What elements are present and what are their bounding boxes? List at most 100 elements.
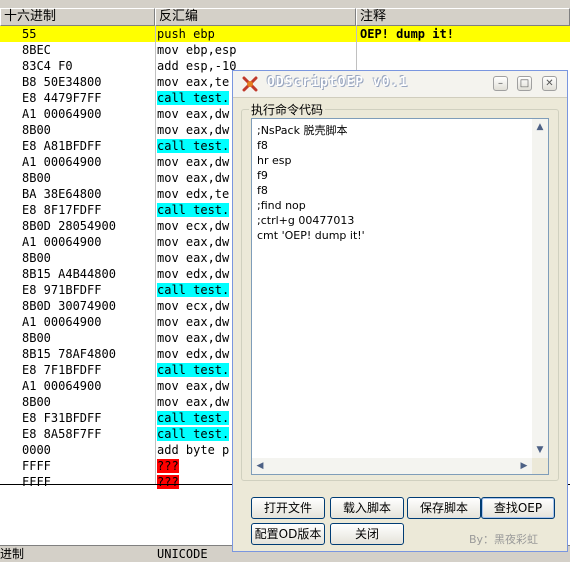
disasm-cell: ??? — [157, 474, 179, 490]
instruction-text: mov ebp,esp — [157, 43, 237, 57]
hex-cell: E8 7F1BFDFF — [22, 363, 102, 377]
status-right-label: UNICODE — [157, 547, 208, 561]
open-file-button[interactable]: 打开文件 — [251, 497, 325, 519]
hex-cell: E8 F31BFDFF — [22, 411, 102, 425]
hex-cell: 8B00 — [22, 395, 51, 409]
script-editor[interactable]: ;NsPack 脱壳脚本 f8 hr esp f9 f8 ;find nop ;ctrl+g… — [251, 118, 549, 475]
dialog-titlebar[interactable]: ODScriptOEP v0.1 – □ ✕ — [233, 71, 567, 98]
hex-cell: 0000 — [22, 443, 51, 457]
disasm-cell: mov eax,dw — [157, 170, 229, 186]
disasm-cell: call test. — [157, 362, 230, 378]
hex-cell: E8 4479F7FF — [22, 91, 102, 105]
disasm-cell: mov eax,dw — [157, 106, 229, 122]
disasm-cell: mov eax,dw — [157, 394, 229, 410]
table-row[interactable]: 8BEC mov ebp,esp — [0, 42, 570, 58]
disasm-cell: ??? — [157, 458, 179, 474]
disasm-cell: mov ecx,dw — [157, 298, 229, 314]
instruction-text: call test. — [157, 139, 230, 153]
hex-cell: 8B15 78AF4800 — [22, 347, 116, 361]
close-icon[interactable]: ✕ — [542, 76, 557, 91]
instruction-text: mov eax,dw — [157, 315, 230, 329]
instruction-text: mov edx,te — [157, 187, 230, 201]
instruction-text: mov ecx,dw — [157, 219, 230, 233]
maximize-icon[interactable]: □ — [517, 76, 532, 91]
hex-cell: E8 8A58F7FF — [22, 427, 102, 441]
instruction-text: call test. — [157, 283, 230, 297]
scroll-down-icon[interactable]: ▼ — [532, 442, 548, 458]
instruction-text: mov eax,dw — [157, 107, 230, 121]
instruction-text: mov eax,te — [157, 75, 230, 89]
hex-cell: 8B0D 30074900 — [22, 299, 116, 313]
instruction-text: call test. — [157, 427, 230, 441]
disasm-cell: call test. — [157, 138, 230, 154]
scroll-up-icon[interactable]: ▲ — [532, 119, 548, 135]
code-line: ;ctrl+g 00477013 — [257, 214, 355, 227]
column-header-hex[interactable]: 十六进制 — [0, 8, 155, 26]
hex-cell: 8B0D 28054900 — [22, 219, 116, 233]
disasm-cell: mov eax,dw — [157, 234, 229, 250]
disasm-cell: push ebp — [157, 26, 215, 42]
script-code[interactable]: ;NsPack 脱壳脚本 f8 hr esp f9 f8 ;find nop ;ctrl+g… — [257, 123, 365, 243]
find-oep-button[interactable]: 查找OEP — [481, 497, 555, 519]
scroll-left-icon[interactable]: ◀ — [252, 458, 268, 474]
horizontal-scrollbar[interactable]: ◀ ▶ — [252, 458, 532, 474]
minimize-icon[interactable]: – — [493, 76, 508, 91]
disasm-cell: mov eax,dw — [157, 314, 229, 330]
disasm-cell: mov eax,te — [157, 74, 229, 90]
hex-cell: 8BEC — [22, 43, 51, 57]
close-button[interactable]: 关闭 — [330, 523, 404, 545]
instruction-text: add byte p — [157, 443, 230, 457]
dialog-title: ODScriptOEP v0.1 — [267, 75, 409, 90]
scroll-right-icon[interactable]: ▶ — [516, 458, 532, 474]
instruction-text: ??? — [157, 459, 179, 473]
disasm-cell: add byte p — [157, 442, 229, 458]
instruction-text: mov eax,dw — [157, 331, 230, 345]
instruction-text: mov eax,dw — [157, 251, 230, 265]
hex-cell: A1 00064900 — [22, 379, 102, 393]
disasm-cell: call test. — [157, 282, 230, 298]
status-left-label: 进制 — [0, 547, 25, 561]
save-script-button[interactable]: 保存脚本 — [407, 497, 481, 519]
hex-cell: B8 50E34800 — [22, 75, 102, 89]
app-icon — [242, 76, 258, 92]
instruction-text: call test. — [157, 411, 230, 425]
vertical-scrollbar[interactable]: ▲ ▼ — [532, 119, 548, 458]
disasm-cell: call test. — [157, 90, 230, 106]
instruction-text: add esp,-10 — [157, 59, 237, 73]
hex-cell: A1 00064900 — [22, 235, 102, 249]
hex-cell: A1 00064900 — [22, 107, 102, 121]
column-header-comment[interactable]: 注释 — [356, 8, 570, 26]
hex-cell: A1 00064900 — [22, 155, 102, 169]
instruction-text: mov edx,dw — [157, 267, 230, 281]
code-line: f8 — [257, 184, 268, 197]
config-od-version-button[interactable]: 配置OD版本 — [251, 523, 325, 545]
hex-cell: FFFF — [22, 475, 51, 489]
disasm-cell: call test. — [157, 202, 230, 218]
hex-cell: 83C4 F0 — [22, 59, 73, 73]
window-top-strip — [0, 0, 570, 8]
instruction-text: call test. — [157, 363, 230, 377]
hex-cell: BA 38E64800 — [22, 187, 102, 201]
disasm-cell: mov edx,te — [157, 186, 229, 202]
author-credit: By：黑夜彩虹 — [469, 533, 539, 546]
instruction-text: mov eax,dw — [157, 155, 230, 169]
hex-cell: E8 8F17FDFF — [22, 203, 102, 217]
instruction-text: mov eax,dw — [157, 235, 230, 249]
code-line: ;find nop — [257, 199, 306, 212]
disasm-cell: mov eax,dw — [157, 250, 229, 266]
code-line: cmt 'OEP! dump it!' — [257, 229, 365, 242]
load-script-button[interactable]: 载入脚本 — [330, 497, 404, 519]
column-header-disasm[interactable]: 反汇编 — [155, 8, 356, 26]
hex-cell: E8 971BFDFF — [22, 283, 102, 297]
table-row[interactable]: 55 push ebp OEP! dump it! — [0, 26, 570, 42]
disasm-cell: mov edx,dw — [157, 346, 229, 362]
hex-cell: 8B00 — [22, 331, 51, 345]
hex-cell: 8B15 A4B44800 — [22, 267, 116, 281]
hex-cell: A1 00064900 — [22, 315, 102, 329]
code-line: f9 — [257, 169, 268, 182]
instruction-text: mov eax,dw — [157, 171, 230, 185]
instruction-text: mov eax,dw — [157, 395, 230, 409]
disasm-cell: call test. — [157, 426, 230, 442]
hex-cell: 55 — [22, 27, 37, 41]
code-line: ;NsPack 脱壳脚本 — [257, 124, 348, 137]
